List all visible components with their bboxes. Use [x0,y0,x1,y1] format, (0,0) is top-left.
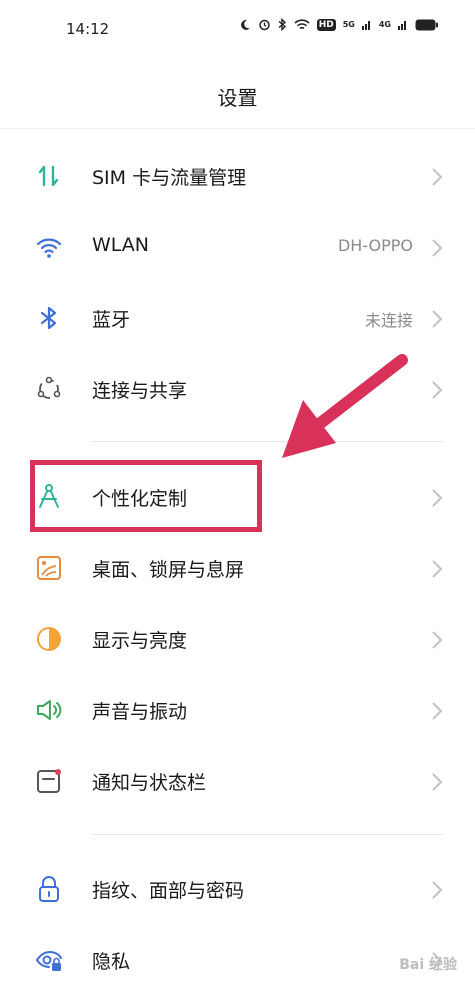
highlight-box [30,460,262,532]
lock-icon [34,874,64,904]
chevron-right-icon [432,881,443,899]
settings-item-notification-status-bar[interactable]: 通知与状态栏 [0,748,475,812]
wifi-status-icon [294,18,310,29]
settings-item-label: 指纹、面部与密码 [92,880,245,902]
chevron-right-icon [432,239,443,257]
chevron-right-icon [432,168,443,186]
settings-item-fingerprint-face-password[interactable]: 指纹、面部与密码 [0,856,475,920]
settings-item-label: SIM 卡与流量管理 [92,167,247,189]
signal-bars-icon [361,21,370,30]
chevron-right-icon [432,310,443,328]
moon-icon [240,19,250,30]
settings-item-label: 通知与状态栏 [92,772,207,794]
settings-item-sound-vibration[interactable]: 声音与振动 [0,677,475,741]
settings-item-label: 连接与共享 [92,380,188,402]
display-brightness-icon [34,624,64,654]
settings-item-value: DH-OPPO [337,236,413,255]
privacy-icon [34,945,64,975]
watermark-logo: Bai 经验 [399,957,457,973]
settings-item-sim[interactable]: SIM 卡与流量管理 [0,143,475,207]
bluetooth-status-icon [278,18,286,31]
bluetooth-icon [34,303,64,333]
signal-bars-2-icon [398,21,406,30]
signal-4g-label: 4G [378,19,391,29]
settings-item-wlan[interactable]: WLAN DH-OPPO [0,214,475,278]
settings-item-label: 蓝牙 [92,309,131,331]
chevron-right-icon [432,773,443,791]
section-divider [92,441,443,442]
header-divider [0,128,475,129]
battery-icon [415,19,438,30]
alarm-icon [258,19,270,31]
wifi-icon [34,232,64,262]
notification-icon [34,766,64,796]
settings-item-display-brightness[interactable]: 显示与亮度 [0,606,475,670]
settings-item-label: 桌面、锁屏与息屏 [92,559,245,581]
status-time: 14:12 [66,20,110,38]
wallpaper-icon [34,553,64,583]
settings-item-home-lock-screen[interactable]: 桌面、锁屏与息屏 [0,535,475,599]
signal-5g-label: 5G [342,19,355,29]
hd-badge: HD [316,18,336,31]
section-divider [92,834,443,835]
settings-item-bluetooth[interactable]: 蓝牙 未连接 [0,285,475,349]
sound-icon [34,695,64,725]
chevron-right-icon [432,702,443,720]
settings-item-label: 隐私 [92,951,131,973]
chevron-right-icon [432,631,443,649]
settings-item-label: WLAN [92,234,150,256]
chevron-right-icon [432,489,443,507]
settings-item-label: 显示与亮度 [92,630,188,652]
connection-share-icon [34,374,64,404]
sim-data-icon [34,161,64,191]
settings-item-label: 声音与振动 [92,701,188,723]
chevron-right-icon [432,381,443,399]
chevron-right-icon [432,560,443,578]
status-icons: HD 5G 4G [239,18,439,31]
settings-item-value: 未连接 [364,311,413,330]
settings-item-connection-share[interactable]: 连接与共享 [0,356,475,420]
page-title: 设置 [217,86,258,110]
status-bar: 14:12 HD 5G 4G [0,0,475,60]
